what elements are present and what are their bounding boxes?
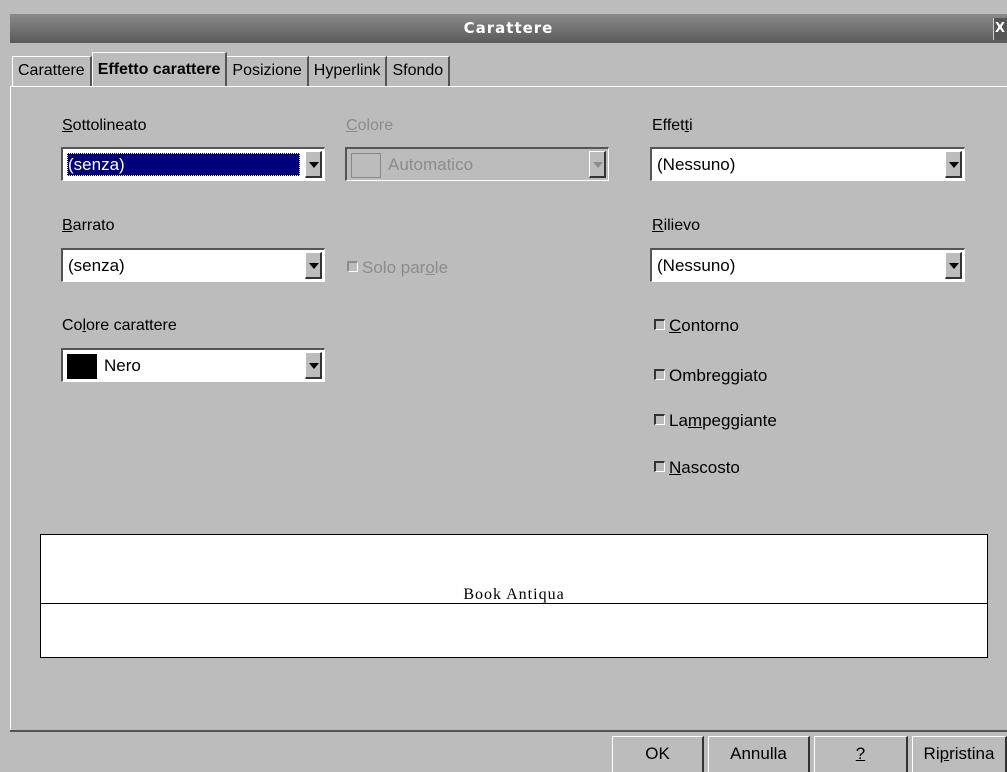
color-label: Colore — [346, 117, 394, 134]
underline-select[interactable]: (senza) — [61, 147, 325, 181]
checkbox-icon — [654, 414, 665, 425]
tab-hyperlink[interactable]: Hyperlink — [308, 56, 388, 86]
hidden-checkbox[interactable]: Nascosto — [654, 458, 740, 478]
chevron-down-icon[interactable] — [305, 352, 322, 379]
font-color-label: Colore carattere — [62, 317, 177, 334]
effects-select[interactable]: (Nessuno) — [650, 147, 965, 181]
title-bar[interactable]: Carattere X — [10, 14, 1007, 43]
cancel-button[interactable]: Annulla — [708, 736, 810, 772]
color-select[interactable]: Automatico — [345, 147, 609, 181]
color-value: Automatico — [388, 155, 474, 174]
font-color-value: Nero — [104, 356, 141, 375]
chevron-down-icon[interactable] — [305, 151, 322, 178]
tab-carattere[interactable]: Carattere — [12, 56, 92, 86]
relief-value: (Nessuno) — [657, 256, 736, 275]
strikethrough-value: (senza) — [68, 256, 125, 275]
effects-label: Effetti — [652, 117, 693, 134]
chevron-down-icon[interactable] — [589, 151, 606, 178]
strikethrough-select[interactable]: (senza) — [61, 248, 325, 282]
words-only-checkbox[interactable]: Solo parole — [347, 258, 448, 278]
color-swatch — [351, 153, 381, 178]
font-color-select[interactable]: Nero — [61, 348, 325, 382]
outline-checkbox[interactable]: Contorno — [654, 316, 739, 336]
shadow-checkbox[interactable]: Ombreggiato — [654, 366, 767, 386]
checkbox-icon — [654, 369, 665, 380]
checkbox-icon — [654, 461, 665, 472]
font-preview: Book Antiqua — [40, 534, 988, 658]
relief-label: Rilievo — [652, 217, 701, 234]
close-icon[interactable]: X — [993, 18, 1007, 40]
underline-label: Sottolineato — [62, 117, 147, 134]
blinking-checkbox[interactable]: Lampeggiante — [654, 411, 777, 431]
checkbox-icon — [654, 319, 665, 330]
effects-value: (Nessuno) — [657, 155, 736, 174]
tab-bar: Carattere Effetto carattere Posizione Hy… — [12, 52, 451, 86]
chevron-down-icon[interactable] — [305, 252, 322, 279]
help-button[interactable]: ? — [814, 736, 908, 772]
chevron-down-icon[interactable] — [945, 151, 962, 178]
ok-button[interactable]: OK — [612, 736, 704, 772]
underline-value: (senza) — [67, 153, 300, 176]
tab-effetto-carattere[interactable]: Effetto carattere — [91, 52, 228, 86]
checkbox-icon — [347, 261, 358, 272]
reset-button[interactable]: Ripristina — [912, 736, 1007, 772]
chevron-down-icon[interactable] — [945, 252, 962, 279]
font-color-swatch — [67, 354, 97, 379]
tab-sfondo[interactable]: Sfondo — [387, 56, 451, 86]
preview-text: Book Antiqua — [461, 586, 567, 604]
relief-select[interactable]: (Nessuno) — [650, 248, 965, 282]
tab-posizione[interactable]: Posizione — [227, 56, 309, 86]
strikethrough-label: Barrato — [62, 217, 115, 234]
window-title: Carattere — [463, 19, 554, 37]
